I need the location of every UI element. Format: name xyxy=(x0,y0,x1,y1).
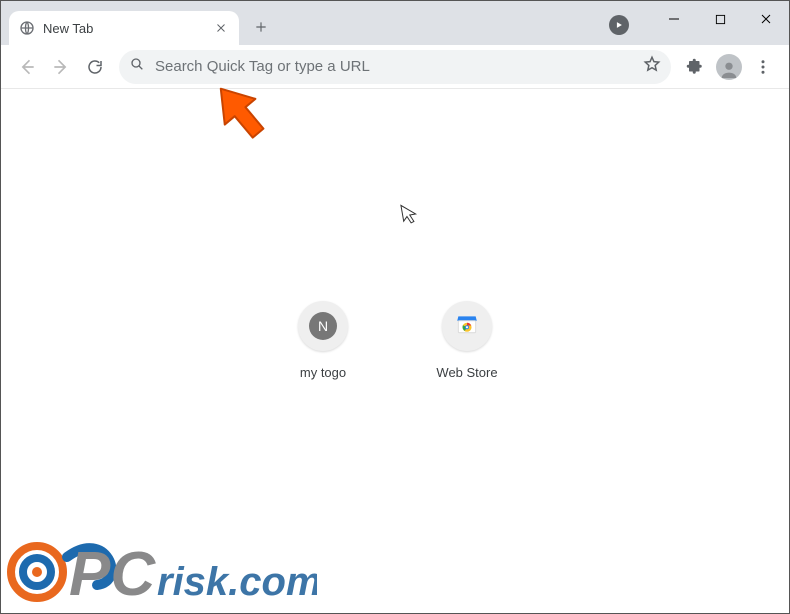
webstore-icon xyxy=(454,311,480,342)
bookmark-star-icon[interactable] xyxy=(643,55,661,78)
mouse-cursor-icon xyxy=(400,202,420,231)
shortcut-favicon-circle xyxy=(442,301,492,351)
omnibox[interactable] xyxy=(119,50,671,84)
menu-button[interactable] xyxy=(747,51,779,83)
tab-close-button[interactable] xyxy=(211,18,231,38)
page-content: N my togo Web Store xyxy=(1,89,789,613)
browser-tab-active[interactable]: New Tab xyxy=(9,11,239,45)
window-maximize-button[interactable] xyxy=(697,1,743,37)
shortcut-label: my togo xyxy=(300,365,346,380)
shortcut-webstore[interactable]: Web Store xyxy=(419,301,515,380)
watermark-text: risk.com xyxy=(157,560,317,604)
toolbar xyxy=(1,45,789,89)
shortcut-mytogo[interactable]: N my togo xyxy=(275,301,371,380)
media-control-badge[interactable] xyxy=(609,15,629,35)
window-minimize-button[interactable] xyxy=(651,1,697,37)
titlebar: New Tab xyxy=(1,1,789,45)
window-close-button[interactable] xyxy=(743,1,789,37)
avatar-icon xyxy=(716,54,742,80)
shortcut-label: Web Store xyxy=(436,365,497,380)
nav-reload-button[interactable] xyxy=(79,51,111,83)
shortcut-letter-badge: N xyxy=(309,312,337,340)
tab-title: New Tab xyxy=(43,21,203,36)
search-icon xyxy=(129,56,145,77)
svg-text:PC: PC xyxy=(69,540,156,607)
nav-forward-button[interactable] xyxy=(45,51,77,83)
new-tab-button[interactable] xyxy=(247,13,275,41)
shortcut-row: N my togo Web Store xyxy=(1,301,789,380)
profile-avatar[interactable] xyxy=(713,51,745,83)
window-controls xyxy=(651,1,789,37)
nav-back-button[interactable] xyxy=(11,51,43,83)
pcrisk-watermark: PC risk.com xyxy=(7,517,317,607)
omnibox-input[interactable] xyxy=(155,58,633,75)
extensions-icon[interactable] xyxy=(679,51,711,83)
globe-icon xyxy=(19,20,35,36)
shortcut-favicon-circle: N xyxy=(298,301,348,351)
